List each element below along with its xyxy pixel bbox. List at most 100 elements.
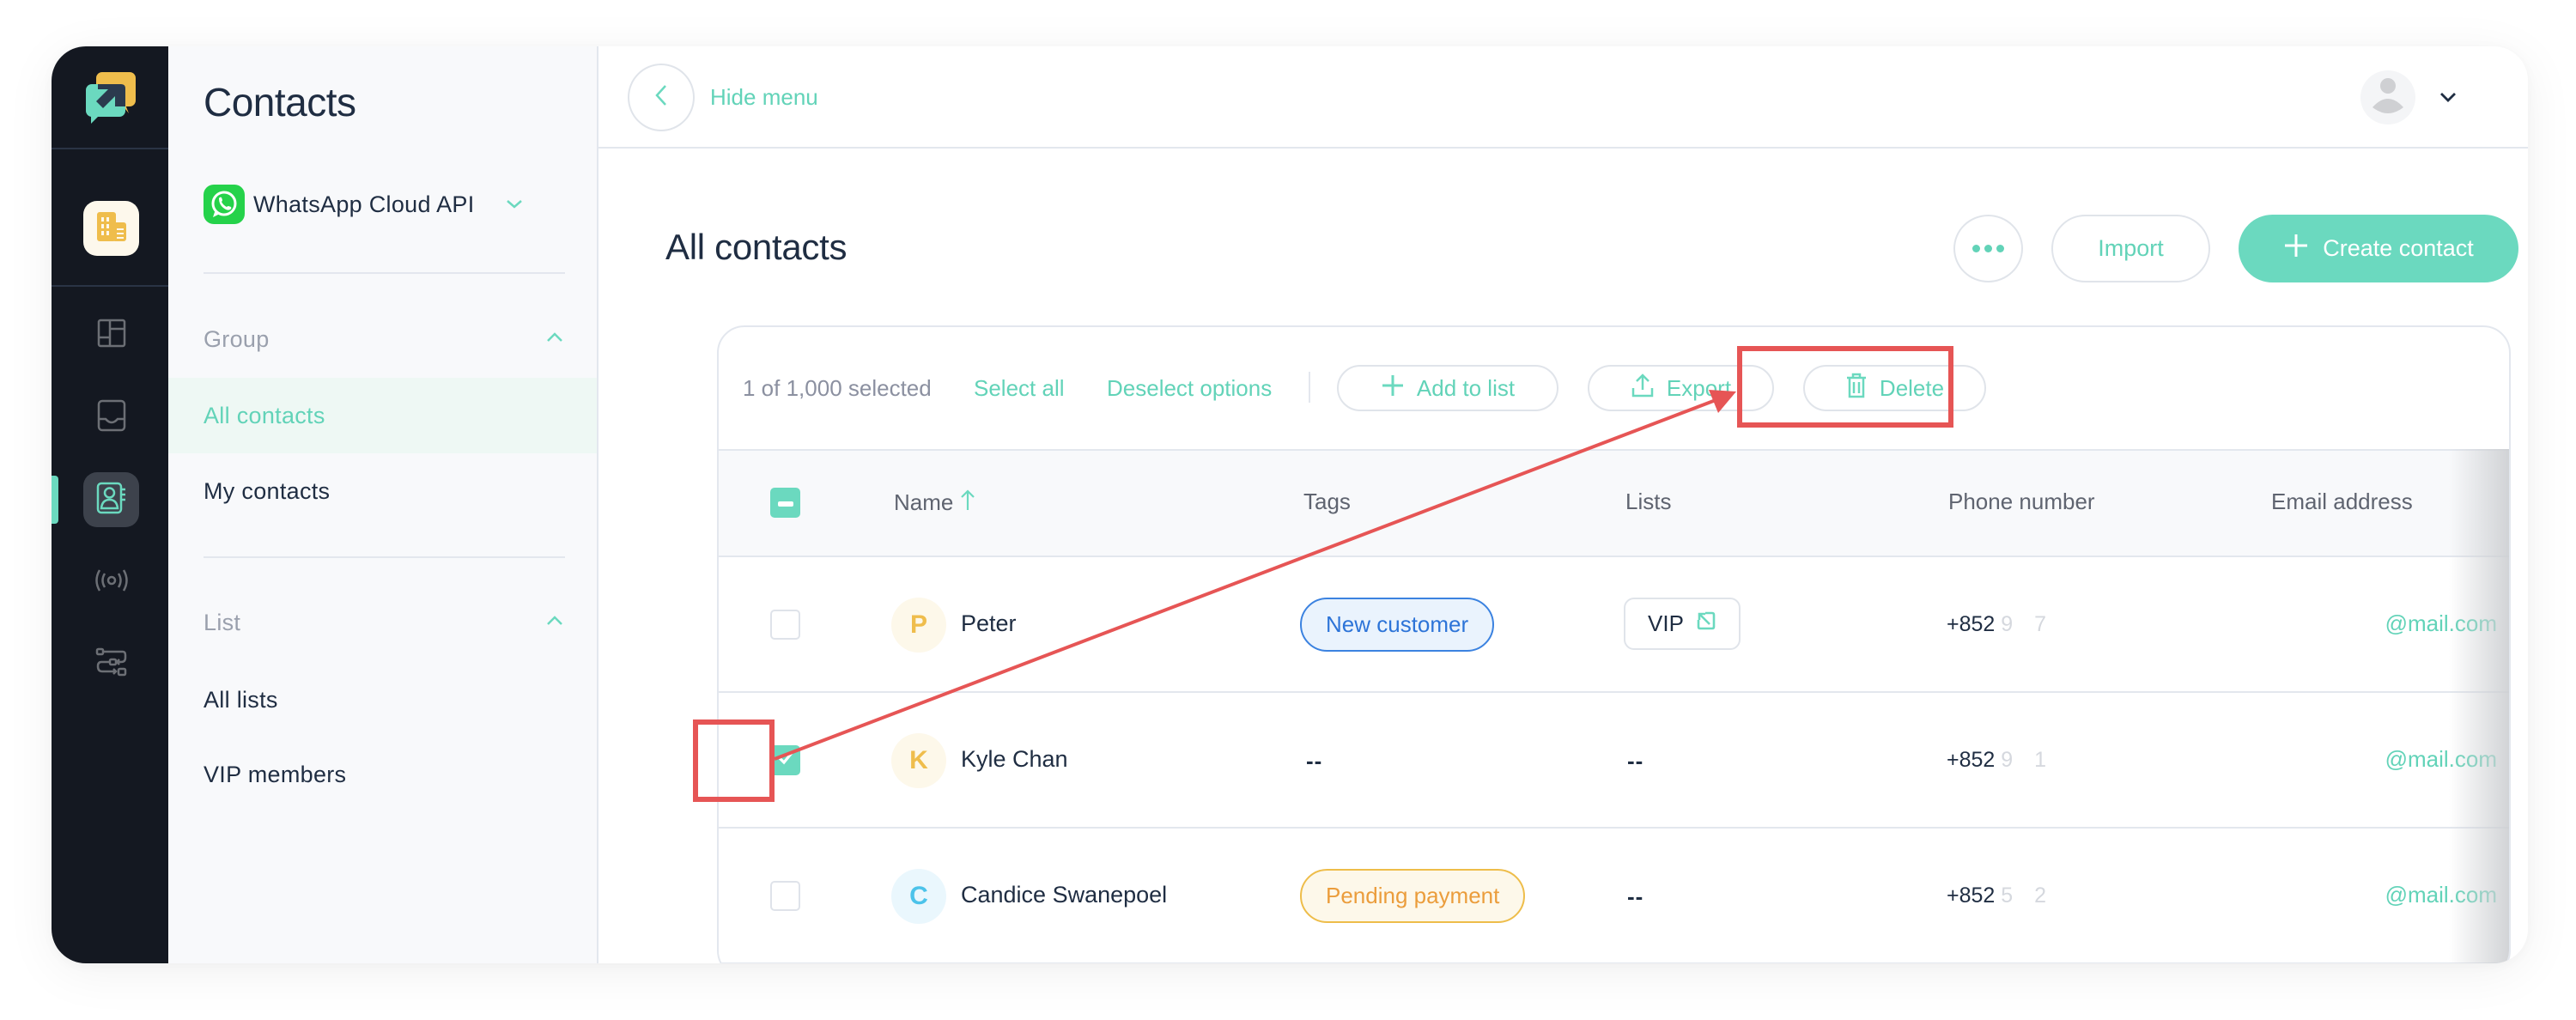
selection-count: 1 of 1,000 selected: [743, 375, 932, 401]
user-avatar[interactable]: [2360, 70, 2415, 124]
add-to-list-label: Add to list: [1416, 374, 1516, 401]
list-chip-label: VIP: [1648, 610, 1684, 636]
rail-divider: [52, 285, 168, 287]
dashboard-icon: [96, 318, 127, 353]
create-contact-button[interactable]: Create contact: [2239, 215, 2518, 282]
column-header-phone[interactable]: Phone number: [1948, 489, 2095, 515]
export-button[interactable]: Export: [1588, 365, 1774, 411]
sidebar-item-all-contacts[interactable]: All contacts: [168, 378, 597, 453]
more-options-button[interactable]: [1953, 215, 2023, 282]
chevron-down-icon[interactable]: [2438, 88, 2458, 106]
app-window: Contacts WhatsApp Cloud API Group All co…: [52, 46, 2528, 963]
rail-divider: [52, 148, 168, 149]
plus-icon: [2283, 233, 2309, 264]
minus-icon: [777, 495, 793, 511]
nav-inbox[interactable]: [83, 390, 139, 445]
column-header-name[interactable]: Name: [894, 489, 975, 517]
row-checkbox[interactable]: [770, 610, 800, 640]
chevron-up-icon[interactable]: [544, 612, 565, 634]
table-row[interactable]: K Kyle Chan -- -- +852 9 1 @mail.com: [719, 693, 2509, 829]
table-row[interactable]: P Peter New customer VIP +852 9 7 @mail.…: [719, 557, 2509, 693]
create-contact-label: Create contact: [2323, 235, 2474, 261]
list-chip[interactable]: VIP: [1624, 598, 1741, 650]
section-header-list[interactable]: List: [204, 610, 565, 636]
row-checkbox[interactable]: [770, 745, 800, 775]
active-indicator: [52, 476, 58, 524]
delete-button[interactable]: Delete: [1803, 365, 1986, 411]
contact-name[interactable]: Candice Swanepoel: [961, 882, 1167, 908]
nav-broadcast[interactable]: [83, 555, 139, 610]
select-all-checkbox[interactable]: [770, 488, 800, 518]
toolbar-separator: [1309, 372, 1310, 403]
contact-name[interactable]: Peter: [961, 610, 1017, 637]
checkmark-icon: [777, 750, 794, 770]
channel-label: WhatsApp Cloud API: [253, 191, 475, 217]
bulk-action-toolbar: 1 of 1,000 selected Select all Deselect …: [719, 327, 2509, 449]
hide-menu-link[interactable]: Hide menu: [710, 84, 818, 111]
chevron-left-icon: [652, 83, 671, 112]
contact-avatar: C: [891, 869, 946, 924]
add-to-list-button[interactable]: Add to list: [1337, 365, 1558, 411]
export-label: Export: [1666, 374, 1732, 401]
section-label: List: [204, 610, 241, 635]
sidebar-divider: [204, 556, 565, 558]
tag-badge: New customer: [1300, 598, 1495, 652]
nav-dashboard[interactable]: [83, 307, 139, 362]
section-label: Group: [204, 326, 270, 352]
upload-icon: [1631, 373, 1655, 404]
contact-avatar: K: [891, 733, 946, 788]
list-empty: --: [1627, 883, 1644, 909]
nav-contacts[interactable]: [83, 472, 139, 527]
table-header: Name Tags Lists Phone number Email addre…: [719, 449, 2509, 557]
workspace-button[interactable]: [83, 201, 139, 256]
email-address[interactable]: @mail.com: [2269, 746, 2497, 773]
section-header-group[interactable]: Group: [204, 326, 565, 353]
list-empty: --: [1627, 748, 1644, 774]
delete-label: Delete: [1879, 374, 1945, 401]
app-logo-icon[interactable]: [84, 70, 137, 124]
open-link-icon: [1696, 610, 1716, 637]
nav-flow-builder[interactable]: [83, 637, 139, 692]
row-checkbox[interactable]: [770, 881, 800, 911]
channel-selector[interactable]: WhatsApp Cloud API: [204, 185, 525, 224]
user-icon: [2371, 76, 2405, 118]
column-header-tags[interactable]: Tags: [1303, 489, 1351, 515]
phone-number: +852 5 2: [1947, 883, 2047, 908]
column-label: Phone number: [1948, 489, 2095, 514]
plus-icon: [1381, 373, 1405, 404]
hide-menu-button[interactable]: [628, 64, 695, 131]
sidebar-item-vip-members[interactable]: VIP members: [168, 737, 597, 812]
column-label: Email address: [2271, 489, 2413, 514]
whatsapp-icon: [204, 185, 245, 224]
tag-badge: Pending payment: [1300, 869, 1526, 923]
tag-empty: --: [1306, 748, 1323, 774]
contacts-book-icon: [95, 481, 128, 519]
sort-ascending-icon: [960, 489, 975, 517]
contact-name[interactable]: Kyle Chan: [961, 746, 1068, 773]
sidebar-item-all-lists[interactable]: All lists: [168, 662, 597, 738]
inbox-icon: [96, 398, 127, 437]
phone-number: +852 9 1: [1947, 748, 2047, 772]
chevron-up-icon[interactable]: [544, 329, 565, 350]
import-button[interactable]: Import: [2051, 215, 2210, 282]
column-label: Tags: [1303, 489, 1351, 514]
column-header-email[interactable]: Email address: [2271, 489, 2413, 515]
contact-avatar: P: [891, 598, 946, 653]
building-icon: [95, 210, 128, 247]
select-all-link[interactable]: Select all: [974, 375, 1065, 402]
broadcast-icon: [93, 568, 131, 598]
deselect-options-link[interactable]: Deselect options: [1107, 375, 1272, 402]
email-address[interactable]: @mail.com: [2269, 610, 2497, 637]
contacts-table-card: 1 of 1,000 selected Select all Deselect …: [717, 325, 2511, 963]
email-address[interactable]: @mail.com: [2269, 882, 2497, 908]
column-label: Lists: [1625, 489, 1672, 514]
icon-rail: [52, 46, 168, 963]
column-header-lists[interactable]: Lists: [1625, 489, 1671, 515]
sidebar-title: Contacts: [204, 80, 356, 124]
flow-builder-icon: [95, 647, 128, 683]
table-row[interactable]: C Candice Swanepoel Pending payment -- +…: [719, 829, 2509, 963]
sidebar-item-my-contacts[interactable]: My contacts: [168, 453, 597, 529]
phone-number: +852 9 7: [1947, 612, 2047, 636]
contacts-sidebar: Contacts WhatsApp Cloud API Group All co…: [168, 46, 598, 963]
main-content: Hide menu All contacts Import Create con…: [598, 46, 2528, 963]
